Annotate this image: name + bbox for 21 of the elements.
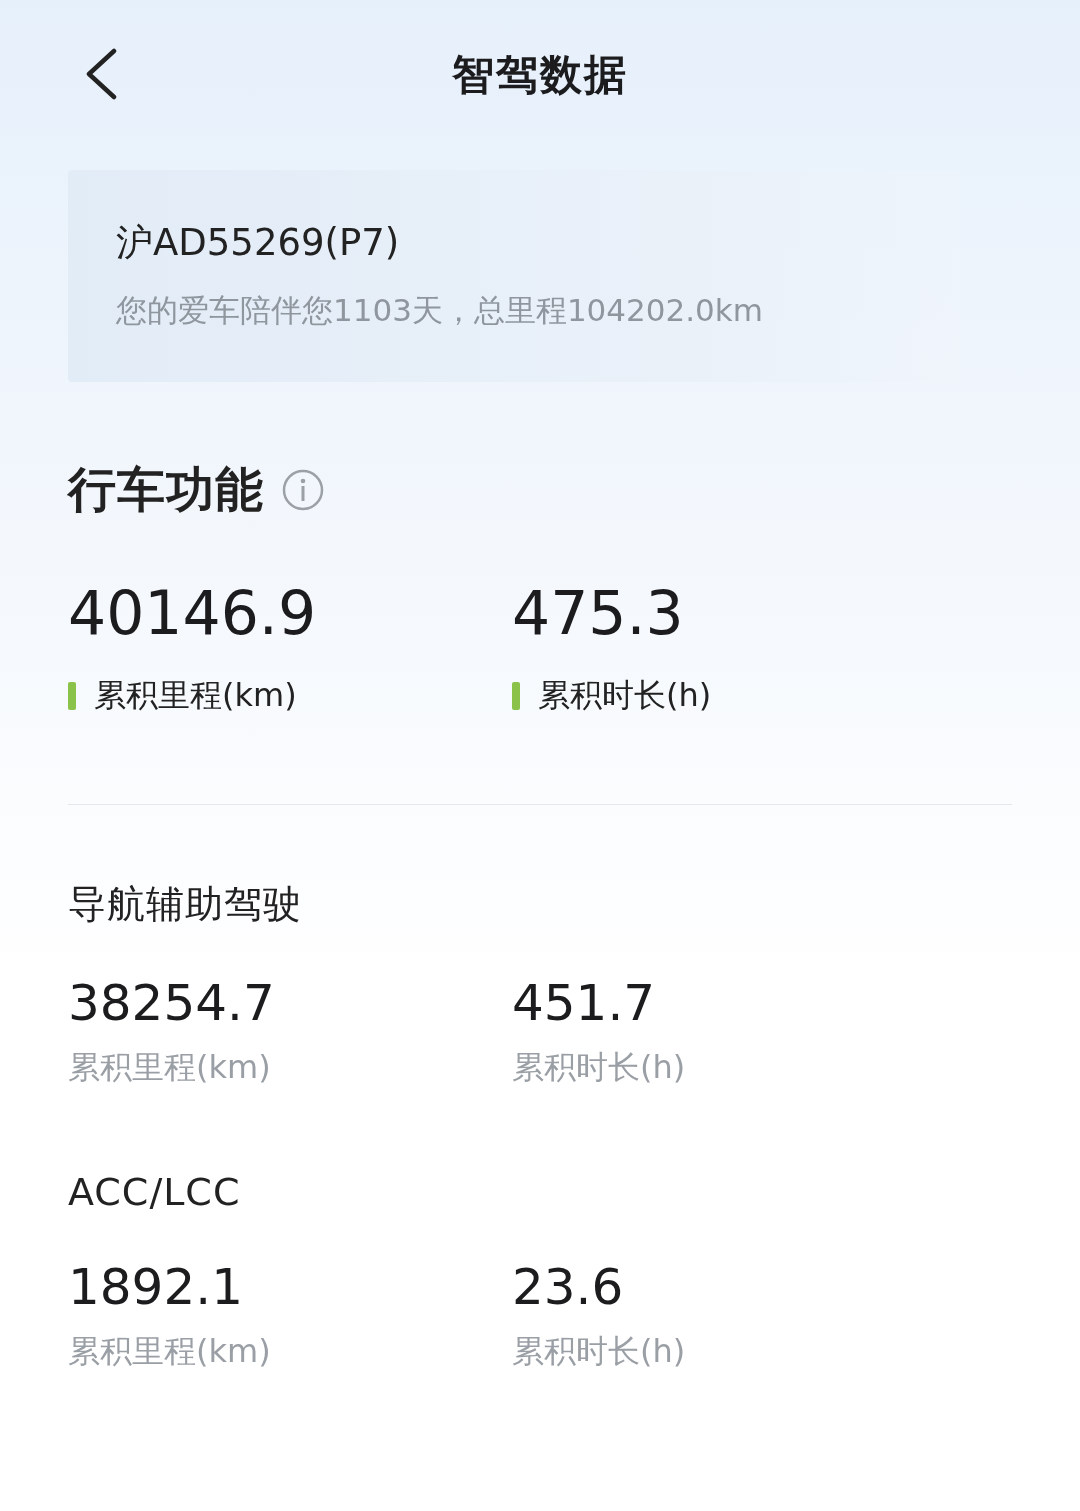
page-title: 智驾数据: [452, 49, 628, 101]
stat-label: 累积时长(h): [538, 675, 712, 716]
stat-label: 累积里程(km): [94, 675, 297, 716]
section-title: 行车功能: [68, 460, 264, 519]
stat-value: 451.7: [512, 974, 657, 1032]
section-title: 导航辅助驾驶: [68, 881, 302, 928]
stat-label: 累积时长(h): [512, 1331, 686, 1372]
stat-label: 累积里程(km): [68, 1331, 271, 1372]
stat-label: 累积时长(h): [512, 1047, 686, 1088]
stat-value: 40146.9: [68, 578, 318, 648]
stat-label: 累积里程(km): [68, 1047, 271, 1088]
vehicle-summary: 您的爱车陪伴您1103天，总里程104202.0km: [116, 291, 764, 330]
stat-value: 1892.1: [68, 1258, 244, 1316]
section-title: ACC/LCC: [68, 1170, 241, 1214]
stat-value: 475.3: [512, 578, 685, 648]
marker-bar: [68, 682, 76, 710]
stat-value: 38254.7: [68, 974, 276, 1032]
marker-bar: [512, 682, 520, 710]
stat-value: 23.6: [512, 1258, 625, 1316]
back-icon[interactable]: [84, 48, 118, 100]
license-plate: 沪AD55269(P7): [116, 220, 401, 266]
